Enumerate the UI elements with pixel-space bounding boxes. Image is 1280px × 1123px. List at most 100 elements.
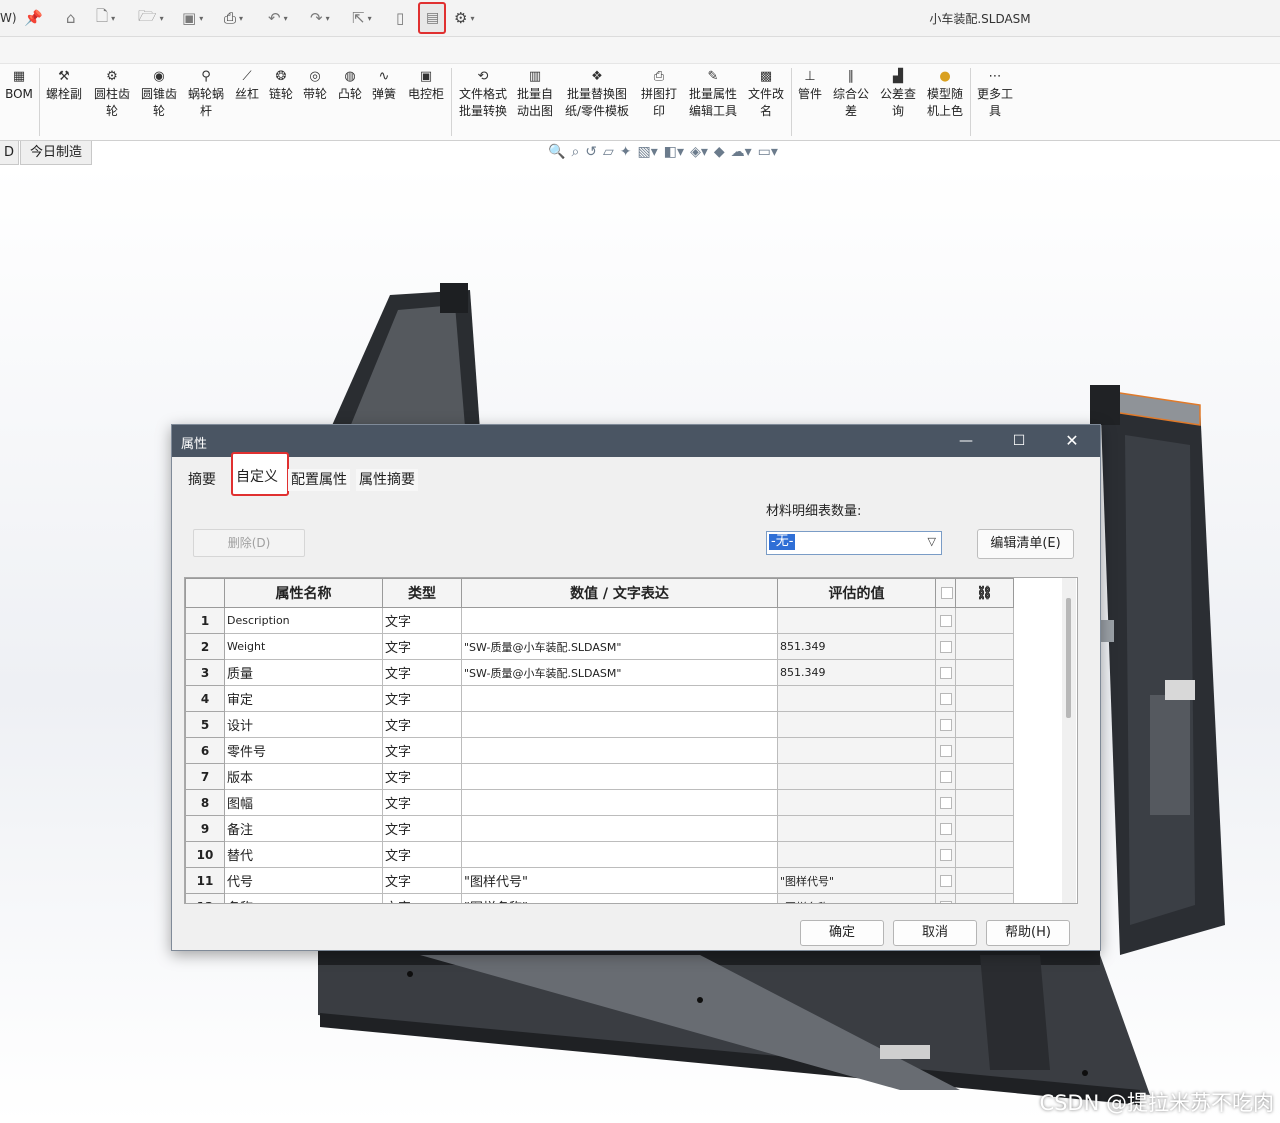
property-value-cell[interactable] [461, 607, 778, 634]
table-row[interactable]: 12名称文字"图样名称""图样名称" [185, 893, 1014, 903]
row-number[interactable]: 6 [185, 737, 225, 764]
property-name-cell[interactable]: 质量 [224, 659, 383, 686]
property-type-cell[interactable]: 文字 [382, 685, 462, 712]
row-checkbox[interactable] [940, 848, 952, 861]
row-checkbox-cell[interactable] [935, 633, 956, 660]
row-link-cell[interactable] [955, 763, 1014, 790]
evaluated-value-cell[interactable] [777, 763, 936, 790]
row-link-cell[interactable] [955, 789, 1014, 816]
hide-show-icon[interactable]: ◈▾ [690, 144, 708, 160]
view-settings-icon[interactable]: ▭▾ [758, 144, 778, 160]
menu-fragment[interactable]: W) [0, 8, 17, 28]
display-style-icon[interactable]: ◧▾ [664, 144, 684, 160]
replace-template-button[interactable]: ❖ 批量替换图 纸/零件模板 [561, 70, 633, 120]
row-checkbox[interactable] [940, 796, 952, 809]
row-checkbox[interactable] [940, 614, 952, 627]
table-row[interactable]: 1 Description 文字 [185, 607, 1014, 634]
row-link-cell[interactable] [955, 685, 1014, 712]
tab-property-summary[interactable]: 属性摘要 [356, 469, 418, 491]
property-type-cell[interactable]: 文字 [382, 711, 462, 738]
row-checkbox[interactable] [940, 744, 952, 757]
evaluated-value-cell[interactable] [777, 841, 936, 868]
tab-custom[interactable]: 自定义 [233, 466, 281, 488]
bom-button[interactable]: ▦ BOM [3, 70, 35, 103]
pipe-fitting-button[interactable]: ⊥ 管件 [795, 70, 825, 103]
row-checkbox-cell[interactable] [935, 841, 956, 868]
tab-today-manufacturing[interactable]: 今日制造 [20, 141, 93, 165]
property-name-cell[interactable]: Description [224, 607, 383, 634]
row-checkbox[interactable] [940, 692, 952, 705]
property-name-cell[interactable]: 版本 [224, 763, 383, 790]
column-header-name[interactable]: 属性名称 [224, 578, 383, 608]
select-all-checkbox[interactable] [935, 578, 956, 608]
row-checkbox-cell[interactable] [935, 867, 956, 894]
row-checkbox-cell[interactable] [935, 685, 956, 712]
auto-drawing-button[interactable]: ▥ 批量自 动出图 [514, 70, 556, 120]
cam-button[interactable]: ◍ 凸轮 [335, 70, 365, 103]
row-number[interactable]: 11 [185, 867, 225, 894]
property-value-cell[interactable] [461, 737, 778, 764]
row-link-cell[interactable] [955, 841, 1014, 868]
property-type-cell[interactable]: 文字 [382, 633, 462, 660]
table-row[interactable]: 6 零件号 文字 [185, 737, 1014, 764]
evaluated-value-cell[interactable]: 851.349 [777, 633, 936, 660]
evaluated-value-cell[interactable] [777, 815, 936, 842]
rebuild-icon[interactable]: ▯ [396, 8, 404, 28]
cabinet-button[interactable]: ▣ 电控柜 [404, 70, 448, 103]
row-checkbox[interactable] [940, 718, 952, 731]
row-number[interactable]: 5 [185, 711, 225, 738]
row-number[interactable]: 1 [185, 607, 225, 634]
table-row[interactable]: 8 图幅 文字 [185, 789, 1014, 816]
row-checkbox-cell[interactable] [935, 711, 956, 738]
link-icon[interactable]: ⛓ [955, 578, 1014, 608]
tab-summary[interactable]: 摘要 [185, 469, 219, 491]
print-icon[interactable]: ⎙ ▾ [224, 8, 243, 28]
view-orientation-icon[interactable]: ▧▾ [638, 144, 658, 160]
property-name-cell[interactable]: 替代 [224, 841, 383, 868]
zoom-area-icon[interactable]: ⌕ [571, 144, 579, 160]
dynamic-annotation-icon[interactable]: ✦ [620, 144, 632, 160]
property-value-cell[interactable] [461, 685, 778, 712]
minimize-icon[interactable]: — [956, 431, 976, 451]
dialog-title-bar[interactable]: 属性 — ☐ ✕ [172, 425, 1100, 457]
table-row[interactable]: 3 质量 文字 "SW-质量@小车装配.SLDASM" 851.349 [185, 659, 1014, 686]
property-type-cell[interactable]: 文字 [382, 867, 462, 894]
zoom-fit-icon[interactable]: 🔍 [548, 144, 565, 160]
column-header-value[interactable]: 数值 / 文字表达 [461, 578, 778, 608]
bevel-gear-button[interactable]: ◉ 圆锥齿 轮 [138, 70, 180, 120]
previous-view-icon[interactable]: ↺ [585, 144, 597, 160]
row-link-cell[interactable] [955, 711, 1014, 738]
property-type-cell[interactable]: 文字 [382, 659, 462, 686]
random-color-button[interactable]: ● 模型随 机上色 [923, 70, 967, 120]
select-cursor-icon[interactable]: ⇱ ▾ [352, 8, 372, 28]
row-checkbox-cell[interactable] [935, 893, 956, 903]
row-checkbox[interactable] [940, 770, 952, 783]
batch-convert-button[interactable]: ⟲ 文件格式 批量转换 [455, 70, 511, 120]
save-icon[interactable]: ▣ ▾ [182, 8, 203, 28]
lead-screw-button[interactable]: ⟋ 丝杠 [232, 70, 262, 103]
grid-scrollbar[interactable] [1062, 578, 1076, 903]
undo-icon[interactable]: ↶ ▾ [268, 8, 288, 28]
table-row[interactable]: 10 替代 文字 [185, 841, 1014, 868]
tolerance-query-button[interactable]: ▟ 公差查 询 [877, 70, 919, 120]
close-icon[interactable]: ✕ [1062, 431, 1082, 451]
evaluated-value-cell[interactable] [777, 737, 936, 764]
row-checkbox[interactable] [940, 640, 952, 653]
property-name-cell[interactable]: 名称 [224, 893, 383, 903]
property-name-cell[interactable]: 备注 [224, 815, 383, 842]
property-value-cell[interactable] [461, 763, 778, 790]
property-name-cell[interactable]: 设计 [224, 711, 383, 738]
evaluated-value-cell[interactable]: 851.349 [777, 659, 936, 686]
property-type-cell[interactable]: 文字 [382, 789, 462, 816]
pin-icon[interactable]: 📌 [24, 8, 43, 28]
ok-button[interactable]: 确定 [800, 920, 884, 946]
table-row[interactable]: 11 代号 文字 "图样代号" "图样代号" [185, 867, 1014, 894]
row-number[interactable]: 2 [185, 633, 225, 660]
sprocket-button[interactable]: ❂ 链轮 [266, 70, 296, 103]
bolt-button[interactable]: ⚒ 螺栓副 [44, 70, 84, 103]
table-row[interactable]: 4 审定 文字 [185, 685, 1014, 712]
property-name-cell[interactable]: 代号 [224, 867, 383, 894]
tab-d[interactable]: D [0, 141, 20, 165]
property-value-cell[interactable] [461, 789, 778, 816]
row-checkbox-cell[interactable] [935, 607, 956, 634]
